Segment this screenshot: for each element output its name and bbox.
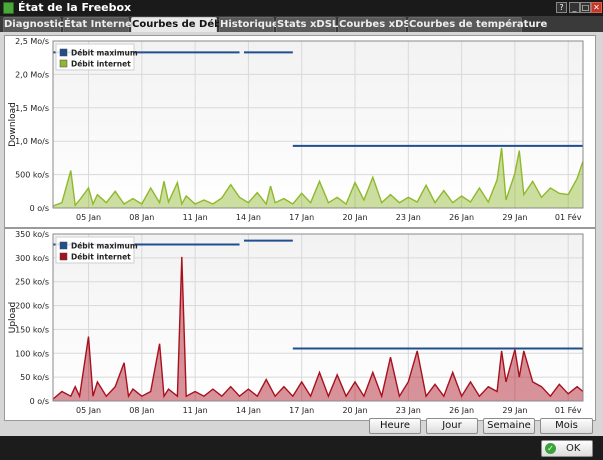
download-legend-label: Débit maximum: [71, 49, 138, 58]
download-x-tick-label: 29 Jan: [502, 213, 527, 222]
tab-bar: Diagnostic État Internet Courbes de Débi…: [0, 16, 603, 32]
upload-x-tick-label: 05 Jan: [76, 406, 101, 415]
freebox-icon: [3, 2, 14, 14]
download-y-tick-label: 1,5 Mo/s: [15, 104, 49, 113]
tab-courbes-de-debit[interactable]: Courbes de Débit: [131, 17, 230, 32]
range-buttons: Heure Jour Semaine Mois: [369, 418, 595, 434]
tab-stats-xdsl[interactable]: Stats xDSL: [276, 17, 338, 32]
minimize-button[interactable]: _: [569, 2, 580, 13]
download-chart: 0 o/s 500 ko/s 1,0 Mo/s 1,5 Mo/s 2,0 Mo/s 2,5…: [8, 37, 584, 222]
download-axis-label: Download: [8, 102, 18, 147]
download-x-tick-label: 11 Jan: [183, 213, 208, 222]
upload-chart-panel: 0 o/s 50 ko/s 100 ko/s 150 ko/s 200 ko/s 250 …: [4, 228, 596, 421]
upload-y-tick-label: 0 o/s: [30, 397, 49, 406]
window-title: État de la Freebox: [18, 1, 132, 14]
upload-legend-label: Débit maximum: [71, 242, 138, 251]
download-x-tick-label: 23 Jan: [396, 213, 421, 222]
bottom-bar: ✓ OK: [0, 436, 603, 460]
upload-x-tick-label: 17 Jan: [289, 406, 314, 415]
download-x-tick-label: 01 Fév: [555, 212, 582, 222]
upload-legend-swatch: [59, 252, 68, 261]
download-legend-swatch: [59, 59, 68, 68]
download-x-tick-label: 17 Jan: [289, 213, 314, 222]
upload-y-tick-label: 350 ko/s: [15, 230, 49, 239]
download-legend-label: Débit internet: [71, 60, 131, 69]
download-chart-panel: 0 o/s 500 ko/s 1,0 Mo/s 1,5 Mo/s 2,0 Mo/s 2,5…: [4, 35, 596, 228]
tab-historique[interactable]: Historique: [219, 17, 279, 32]
upload-x-tick-label: 26 Jan: [449, 406, 474, 415]
ok-button[interactable]: ✓ OK: [541, 440, 593, 457]
upload-x-tick-label: 23 Jan: [396, 406, 421, 415]
upload-chart: 0 o/s 50 ko/s 100 ko/s 150 ko/s 200 ko/s 250 …: [8, 230, 584, 415]
download-x-tick-label: 14 Jan: [236, 213, 261, 222]
upload-y-tick-label: 300 ko/s: [15, 254, 49, 263]
ok-label: OK: [566, 443, 581, 454]
upload-y-tick-label: 200 ko/s: [15, 302, 49, 311]
upload-x-tick-label: 11 Jan: [183, 406, 208, 415]
range-day-button[interactable]: Jour: [426, 418, 478, 434]
upload-axis-label: Upload: [8, 302, 18, 334]
upload-y-tick-label: 50 ko/s: [20, 373, 49, 382]
upload-y-tick-label: 100 ko/s: [15, 349, 49, 358]
tab-courbes-xdsl[interactable]: Courbes xDSL: [338, 17, 417, 32]
tab-diagnostic[interactable]: Diagnostic: [3, 17, 64, 32]
download-legend: Débit maximum Débit internet: [55, 43, 138, 71]
range-week-button[interactable]: Semaine: [483, 418, 535, 434]
upload-y-tick-label: 250 ko/s: [15, 278, 49, 287]
range-month-button[interactable]: Mois: [540, 418, 593, 434]
tab-etat-internet[interactable]: État Internet: [63, 17, 137, 32]
maximize-button[interactable]: □: [580, 2, 591, 13]
download-y-tick-label: 500 ko/s: [15, 171, 49, 180]
download-y-tick-label: 2,0 Mo/s: [15, 70, 49, 79]
close-button[interactable]: ✕: [591, 2, 602, 13]
download-x-tick-label: 08 Jan: [129, 213, 154, 222]
download-legend-swatch: [59, 48, 68, 57]
upload-x-tick-label: 20 Jan: [342, 406, 367, 415]
upload-x-tick-label: 14 Jan: [236, 406, 261, 415]
check-icon: ✓: [545, 443, 556, 454]
download-y-tick-label: 0 o/s: [30, 204, 49, 213]
upload-x-tick-label: 29 Jan: [502, 406, 527, 415]
range-hour-button[interactable]: Heure: [369, 418, 421, 434]
download-x-tick-label: 05 Jan: [76, 213, 101, 222]
download-x-tick-label: 20 Jan: [342, 213, 367, 222]
download-x-tick-label: 26 Jan: [449, 213, 474, 222]
upload-x-tick-label: 08 Jan: [129, 406, 154, 415]
download-y-tick-label: 1,0 Mo/s: [15, 137, 49, 146]
title-bar: État de la Freebox ? _ □ ✕: [0, 0, 603, 16]
content-area: 0 o/s 500 ko/s 1,0 Mo/s 1,5 Mo/s 2,0 Mo/s 2,5…: [0, 32, 603, 460]
download-y-tick-label: 2,5 Mo/s: [15, 37, 49, 46]
upload-legend-label: Débit internet: [71, 253, 131, 262]
tab-courbes-de-temperature[interactable]: Courbes de température: [408, 17, 547, 32]
help-button[interactable]: ?: [556, 2, 567, 13]
upload-y-tick-label: 150 ko/s: [15, 325, 49, 334]
upload-legend: Débit maximum Débit internet: [55, 236, 138, 264]
upload-x-tick-label: 01 Fév: [555, 405, 582, 415]
upload-legend-swatch: [59, 241, 68, 250]
